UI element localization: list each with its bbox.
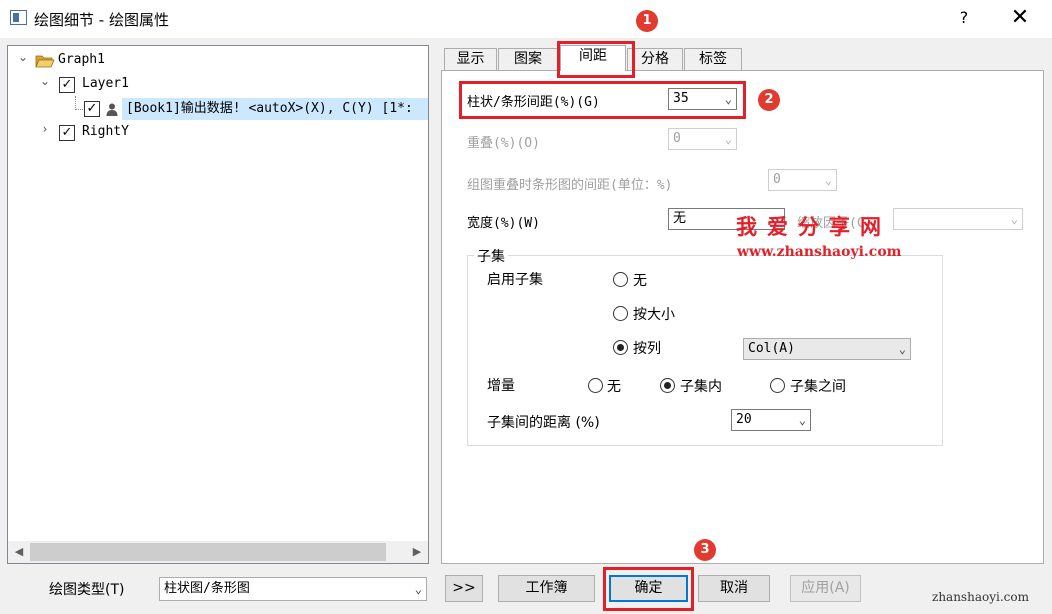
chevron-down-icon: ⌄: [898, 342, 906, 356]
group-gap-value: 0: [773, 172, 781, 187]
more-button[interactable]: >>: [445, 575, 483, 602]
scroll-right-icon[interactable]: ▶: [408, 541, 426, 563]
chevron-down-icon: ⌄: [414, 582, 422, 596]
chevron-down-icon: ⌄: [798, 413, 806, 427]
distance-label: 子集间的距离 (%): [487, 415, 600, 431]
close-button[interactable]: ✕: [1005, 4, 1035, 34]
tab-display[interactable]: 显示: [444, 48, 497, 70]
layer-checkbox[interactable]: ✓: [59, 77, 75, 93]
watermark-corner: zhanshaoyi.com: [932, 590, 1029, 604]
group-gap-label: 组图重叠时条形图的间距(单位：%): [467, 178, 673, 193]
enable-none-radio[interactable]: [613, 272, 628, 287]
scale-select: ⌄: [893, 208, 1023, 230]
increment-none-label: 无: [607, 379, 621, 395]
distance-value: 20: [736, 412, 752, 427]
expand-chevron-icon[interactable]: ›: [38, 122, 52, 144]
enable-by-size-label: 按大小: [633, 307, 675, 323]
tab-labels[interactable]: 标签: [684, 48, 742, 70]
tree-item-righty[interactable]: RightY: [82, 121, 129, 143]
increment-label: 增量: [487, 378, 515, 394]
enable-subset-label: 启用子集: [487, 272, 543, 288]
plot-checkbox[interactable]: ✓: [84, 101, 100, 117]
plot-type-label: 绘图类型(T): [49, 582, 125, 598]
collapse-chevron-icon[interactable]: ⌄: [38, 74, 52, 96]
increment-within-radio[interactable]: [660, 378, 675, 393]
folder-open-icon: [35, 55, 55, 68]
overlap-select: 0 ⌄: [668, 128, 737, 150]
step-badge-2: 2: [758, 89, 780, 111]
distance-select[interactable]: 20 ⌄: [731, 409, 811, 431]
workbook-button[interactable]: 工作簿: [498, 575, 595, 602]
cancel-button[interactable]: 取消: [698, 575, 770, 602]
enable-none-label: 无: [633, 273, 647, 289]
increment-between-label: 子集之间: [790, 379, 846, 395]
width-label: 宽度(%)(W): [467, 216, 540, 231]
column-value: Col(A): [748, 341, 795, 356]
tab-spacing[interactable]: 间距: [560, 45, 626, 71]
ok-button[interactable]: 确定: [609, 575, 688, 602]
group-gap-select: 0 ⌄: [768, 169, 837, 191]
column-select[interactable]: Col(A) ⌄: [743, 338, 911, 360]
highlight-box-gap: [459, 81, 746, 119]
watermark-title: 我爱分享网: [736, 215, 891, 239]
enable-by-size-radio[interactable]: [613, 306, 628, 321]
watermark-url: www.zhanshaoyi.com: [737, 244, 902, 260]
chevron-down-icon: ⌄: [824, 173, 832, 187]
scroll-left-icon[interactable]: ◀: [10, 541, 28, 563]
increment-none-radio[interactable]: [588, 378, 603, 393]
tree-item-plot[interactable]: [Book1]输出数据! <autoX>(X), C(Y) [1*:: [126, 98, 413, 120]
apply-button[interactable]: 应用(A): [790, 575, 861, 602]
plot-type-select[interactable]: 柱状图/条形图 ⌄: [159, 577, 427, 601]
step-badge-3: 3: [694, 539, 716, 561]
help-button[interactable]: ?: [952, 6, 976, 30]
chevron-down-icon: ⌄: [724, 132, 732, 146]
window-title: 绘图细节 - 绘图属性: [34, 11, 169, 29]
increment-between-radio[interactable]: [770, 378, 785, 393]
righty-checkbox[interactable]: ✓: [59, 125, 75, 141]
tab-grid[interactable]: 分格: [627, 48, 683, 70]
enable-by-column-radio[interactable]: [613, 340, 628, 355]
subset-group-title: 子集: [474, 246, 508, 266]
overlap-label: 重叠(%)(O): [467, 136, 540, 151]
increment-within-label: 子集内: [680, 379, 722, 395]
tab-pattern[interactable]: 图案: [498, 48, 558, 70]
collapse-chevron-icon[interactable]: ⌄: [16, 50, 30, 72]
user-icon: [106, 103, 118, 116]
enable-by-column-label: 按列: [633, 341, 661, 357]
tree-item-layer[interactable]: Layer1: [82, 73, 129, 95]
plot-type-value: 柱状图/条形图: [164, 581, 250, 596]
tree-item-graph[interactable]: Graph1: [58, 49, 105, 71]
app-icon: [10, 10, 27, 25]
overlap-value: 0: [673, 131, 681, 146]
step-badge-1: 1: [636, 10, 658, 32]
scroll-thumb[interactable]: [30, 543, 386, 561]
chevron-down-icon: ⌄: [1010, 212, 1018, 226]
plot-tree[interactable]: ⌄ Graph1 ⌄ ✓ Layer1 ✓ [Book1]输出数据! <auto…: [7, 45, 429, 564]
